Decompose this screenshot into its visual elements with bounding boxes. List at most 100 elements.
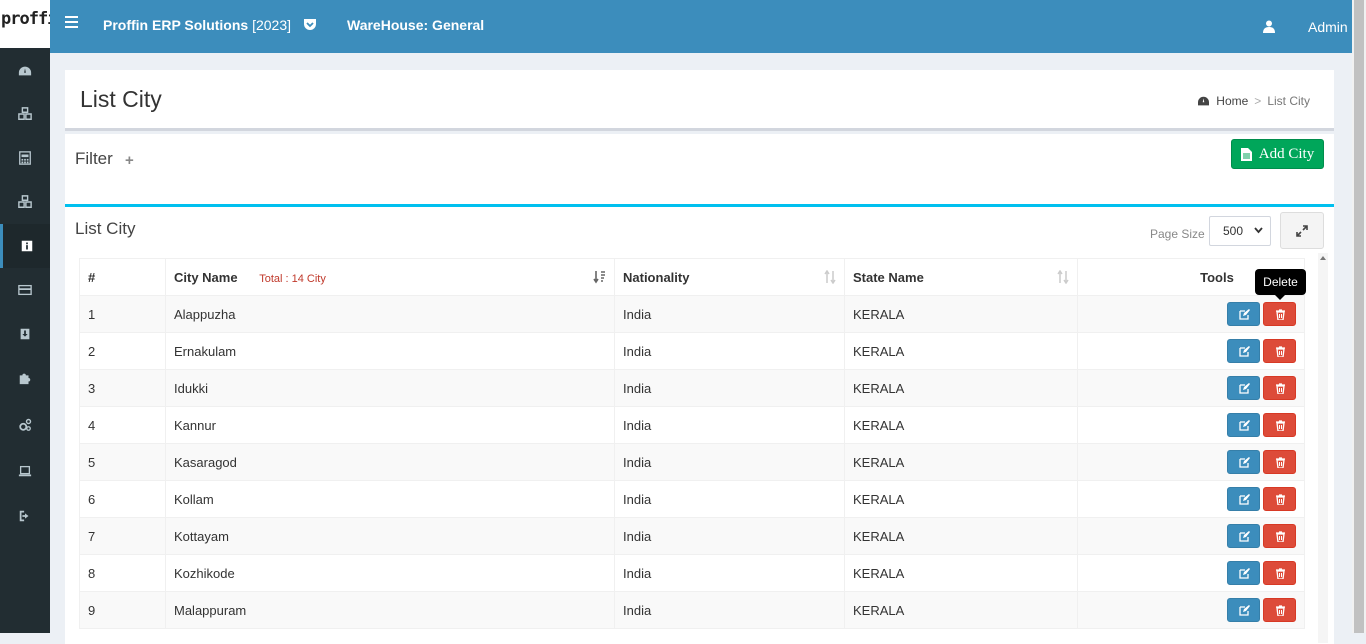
plus-icon[interactable]: + xyxy=(125,152,134,169)
edit-button[interactable] xyxy=(1227,561,1260,585)
table-row: 6 Kollam India KERALA xyxy=(79,480,1305,518)
sidebar-item-download[interactable] xyxy=(0,312,50,356)
table-header-row: # City Name Total : 14 City Nationality … xyxy=(79,258,1305,296)
cell-tools xyxy=(1077,406,1305,444)
edit-icon xyxy=(1239,457,1250,468)
trash-icon xyxy=(1276,531,1285,542)
cell-city: Kasaragod xyxy=(165,443,615,481)
scroll-up-arrow-icon[interactable] xyxy=(1320,256,1326,260)
delete-button[interactable] xyxy=(1263,561,1296,585)
cell-city: Kannur xyxy=(165,406,615,444)
edit-button[interactable] xyxy=(1227,487,1260,511)
app-year: [2023] xyxy=(252,17,292,33)
delete-button[interactable] xyxy=(1263,302,1296,326)
delete-button[interactable] xyxy=(1263,413,1296,437)
cell-state: KERALA xyxy=(844,369,1078,407)
delete-button[interactable] xyxy=(1263,450,1296,474)
edit-button[interactable] xyxy=(1227,524,1260,548)
pocket-icon[interactable] xyxy=(303,18,317,31)
sidebar-item-calculator[interactable] xyxy=(0,136,50,180)
sidebar-item-puzzle[interactable] xyxy=(0,356,50,400)
menu-toggle-icon[interactable] xyxy=(65,16,78,28)
list-box: List City Page Size 500 # City Name Tota… xyxy=(65,204,1334,644)
delete-button[interactable] xyxy=(1263,339,1296,363)
page-size-value: 500 xyxy=(1223,224,1244,238)
city-table: # City Name Total : 14 City Nationality … xyxy=(79,258,1305,629)
sidebar-item-info[interactable] xyxy=(0,224,50,268)
cell-num: 6 xyxy=(79,480,166,518)
delete-button[interactable] xyxy=(1263,487,1296,511)
cell-tools xyxy=(1077,369,1305,407)
puzzle-icon xyxy=(19,373,31,385)
title-box: List City Home > List City xyxy=(65,70,1334,131)
cell-state: KERALA xyxy=(844,517,1078,555)
edit-button[interactable] xyxy=(1227,302,1260,326)
column-header-city[interactable]: City Name Total : 14 City xyxy=(165,258,615,296)
sign-out-icon xyxy=(19,510,29,522)
sort-icon[interactable] xyxy=(823,270,837,284)
edit-button[interactable] xyxy=(1227,450,1260,474)
edit-button[interactable] xyxy=(1227,376,1260,400)
delete-button[interactable] xyxy=(1263,376,1296,400)
column-header-nationality-label: Nationality xyxy=(623,269,690,285)
edit-button[interactable] xyxy=(1227,339,1260,363)
filter-box: Filter + Add City xyxy=(65,134,1334,204)
sort-desc-icon[interactable] xyxy=(593,270,607,284)
sidebar-item-cogs[interactable] xyxy=(0,403,50,447)
trash-icon xyxy=(1276,309,1285,320)
top-navbar: Proffin ERP Solutions [2023] WareHouse: … xyxy=(50,0,1352,53)
calculator-icon xyxy=(19,151,31,165)
sidebar-item-dashboard[interactable] xyxy=(0,49,50,93)
app-title: Proffin ERP Solutions [2023] xyxy=(103,17,291,33)
cell-nationality: India xyxy=(614,369,845,407)
column-header-state[interactable]: State Name xyxy=(844,258,1078,296)
page-scrollbar[interactable] xyxy=(1352,0,1366,633)
breadcrumb-home[interactable]: Home xyxy=(1216,94,1248,108)
warehouse-label[interactable]: WareHouse: General xyxy=(347,17,484,33)
delete-button[interactable] xyxy=(1263,524,1296,548)
cell-city: Kottayam xyxy=(165,517,615,555)
edit-button[interactable] xyxy=(1227,598,1260,622)
cell-tools xyxy=(1077,332,1305,370)
cell-nationality: India xyxy=(614,554,845,592)
page-size-label: Page Size xyxy=(1150,227,1205,241)
delete-button[interactable] xyxy=(1263,598,1296,622)
add-city-button[interactable]: Add City xyxy=(1231,139,1324,169)
cell-tools xyxy=(1077,591,1305,629)
user-icon[interactable] xyxy=(1263,20,1275,33)
edit-icon xyxy=(1239,568,1250,579)
logo: proffin xyxy=(0,0,50,48)
cell-state: KERALA xyxy=(844,295,1078,333)
cell-num: 5 xyxy=(79,443,166,481)
expand-button[interactable] xyxy=(1280,212,1324,249)
cell-state: KERALA xyxy=(844,480,1078,518)
sidebar-item-sign-out[interactable] xyxy=(0,494,50,538)
sidebar-item-cubes[interactable] xyxy=(0,92,50,136)
cell-nationality: India xyxy=(614,332,845,370)
trash-icon xyxy=(1276,494,1285,505)
delete-tooltip: Delete xyxy=(1255,269,1306,300)
sidebar-item-laptop[interactable] xyxy=(0,449,50,493)
sort-icon[interactable] xyxy=(1056,270,1070,284)
table-row: 7 Kottayam India KERALA xyxy=(79,517,1305,555)
cell-tools xyxy=(1077,443,1305,481)
cell-nationality: India xyxy=(614,480,845,518)
logo-text: proffin xyxy=(1,9,50,29)
trash-icon xyxy=(1276,568,1285,579)
sidebar-item-credit-card[interactable] xyxy=(0,268,50,312)
user-menu[interactable]: Admin xyxy=(1308,19,1348,35)
cell-state: KERALA xyxy=(844,406,1078,444)
credit-card-icon xyxy=(18,284,32,296)
sidebar-item-cubes-2[interactable] xyxy=(0,180,50,224)
table-row: 5 Kasaragod India KERALA xyxy=(79,443,1305,481)
table-row: 2 Ernakulam India KERALA xyxy=(79,332,1305,370)
scrollbar-thumb[interactable] xyxy=(1354,0,1364,633)
page-size-select[interactable]: 500 xyxy=(1209,216,1271,246)
column-header-nationality[interactable]: Nationality xyxy=(614,258,845,296)
edit-button[interactable] xyxy=(1227,413,1260,437)
cell-state: KERALA xyxy=(844,591,1078,629)
dashboard-icon xyxy=(18,66,32,76)
table-row: 3 Idukki India KERALA xyxy=(79,369,1305,407)
total-count: Total : 14 City xyxy=(259,272,326,285)
table-scrollbar[interactable] xyxy=(1318,253,1328,643)
